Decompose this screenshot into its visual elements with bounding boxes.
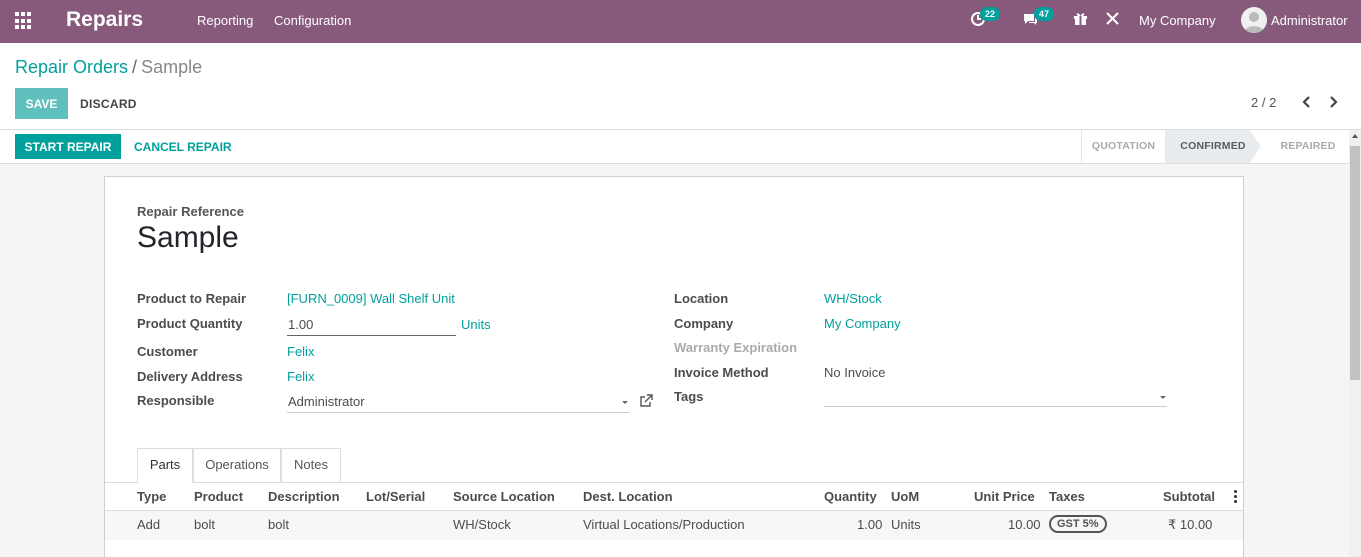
stage-quotation[interactable]: QUOTATION — [1081, 130, 1165, 163]
save-button[interactable]: SAVE — [15, 88, 68, 119]
repair-reference-value: Sample — [137, 221, 239, 254]
product-to-repair-label: Product to Repair — [137, 291, 247, 306]
breadcrumb: Repair Orders / Sample — [15, 57, 202, 78]
form-sheet: Repair Reference Sample Product to Repai… — [104, 176, 1244, 557]
customer-link[interactable]: Felix — [287, 344, 314, 359]
cell-dest-location[interactable]: Virtual Locations/Production — [583, 517, 745, 532]
invoice-method-value[interactable]: No Invoice — [824, 365, 885, 380]
activity-button[interactable]: 22 — [970, 7, 1001, 30]
cell-product[interactable]: bolt — [194, 517, 215, 532]
external-link-icon[interactable] — [639, 394, 653, 411]
tags-label: Tags — [674, 389, 704, 404]
cell-uom[interactable]: Units — [891, 517, 921, 532]
location-label: Location — [674, 291, 729, 306]
tax-badge[interactable]: GST 5% — [1049, 515, 1107, 533]
column-dest-location[interactable]: Dest. Location — [583, 489, 673, 504]
menu-configuration[interactable]: Configuration — [274, 13, 351, 28]
gift-icon[interactable] — [1073, 11, 1088, 29]
pager-next-icon[interactable] — [1329, 96, 1339, 111]
responsible-select[interactable]: Administrator — [288, 394, 365, 409]
breadcrumb-current: Sample — [141, 57, 203, 77]
debug-tools-icon[interactable] — [1105, 11, 1120, 29]
company-link[interactable]: My Company — [824, 316, 901, 331]
stage-confirmed[interactable]: CONFIRMED — [1165, 130, 1261, 163]
warranty-expiration-label: Warranty Expiration — [674, 340, 798, 355]
location-link[interactable]: WH/Stock — [824, 291, 882, 306]
company-switcher[interactable]: My Company — [1139, 13, 1216, 28]
cell-type[interactable]: Add — [137, 517, 160, 532]
column-unit-price[interactable]: Unit Price — [974, 489, 1035, 504]
top-navbar: Repairs Reporting Configuration 22 47 My… — [0, 0, 1361, 43]
discard-button[interactable]: DISCARD — [80, 97, 137, 111]
scroll-up-icon[interactable] — [1352, 134, 1358, 138]
product-quantity-uom[interactable]: Units — [461, 317, 491, 332]
responsible-label: Responsible — [137, 393, 215, 408]
messages-badge: 47 — [1034, 7, 1055, 21]
repair-reference-label: Repair Reference — [137, 204, 244, 219]
user-menu[interactable]: Administrator — [1271, 13, 1348, 28]
invoice-method-label: Invoice Method — [674, 365, 769, 380]
scrollbar-thumb[interactable] — [1350, 146, 1360, 380]
tags-input[interactable] — [824, 406, 1167, 407]
column-taxes[interactable]: Taxes — [1049, 489, 1085, 504]
column-source-location[interactable]: Source Location — [453, 489, 555, 504]
control-panel: Repair Orders / Sample SAVE DISCARD 2 / 2 — [0, 43, 1361, 130]
form-statusbar: START REPAIR CANCEL REPAIR QUOTATION CON… — [0, 130, 1349, 164]
cell-unit-price[interactable]: 10.00 — [1008, 517, 1041, 532]
app-name: Repairs — [66, 8, 144, 31]
product-to-repair-link[interactable]: [FURN_0009] Wall Shelf Unit — [287, 291, 455, 306]
tab-operations[interactable]: Operations — [193, 448, 281, 482]
delivery-address-label: Delivery Address — [137, 369, 243, 384]
product-quantity-label: Product Quantity — [137, 316, 243, 331]
optional-columns-icon[interactable] — [1234, 490, 1237, 505]
column-uom[interactable]: UoM — [891, 489, 919, 504]
scrollbar[interactable] — [1349, 130, 1361, 557]
pager-value[interactable]: 2 / 2 — [1251, 95, 1276, 110]
apps-menu-icon[interactable] — [15, 12, 33, 30]
column-subtotal[interactable]: Subtotal — [1163, 489, 1215, 504]
breadcrumb-repair-orders[interactable]: Repair Orders — [15, 57, 128, 77]
cancel-repair-button[interactable]: CANCEL REPAIR — [134, 140, 232, 154]
pager-previous-icon[interactable] — [1301, 96, 1311, 111]
cell-subtotal: ₹ 10.00 — [1168, 517, 1213, 532]
cell-description[interactable]: bolt — [268, 517, 289, 532]
column-lot-serial[interactable]: Lot/Serial — [366, 489, 425, 504]
delivery-address-link[interactable]: Felix — [287, 369, 314, 384]
column-type[interactable]: Type — [137, 489, 166, 504]
cell-quantity[interactable]: 1.00 — [857, 517, 882, 532]
tab-parts[interactable]: Parts — [137, 448, 193, 483]
column-description[interactable]: Description — [268, 489, 340, 504]
product-quantity-input[interactable]: 1.00 — [288, 317, 313, 332]
messages-button[interactable]: 47 — [1022, 7, 1055, 30]
tags-dropdown-icon[interactable] — [1160, 396, 1166, 399]
stage-repaired[interactable]: REPAIRED — [1268, 130, 1348, 163]
tabs-divider — [105, 482, 1243, 483]
start-repair-button[interactable]: START REPAIR — [15, 134, 121, 159]
cell-source-location[interactable]: WH/Stock — [453, 517, 511, 532]
responsible-underline — [287, 412, 630, 413]
tab-notes[interactable]: Notes — [281, 448, 341, 482]
breadcrumb-separator: / — [132, 57, 138, 77]
activity-badge: 22 — [980, 7, 1001, 21]
column-product[interactable]: Product — [194, 489, 243, 504]
column-quantity[interactable]: Quantity — [824, 489, 877, 504]
menu-reporting[interactable]: Reporting — [197, 13, 253, 28]
company-label: Company — [674, 316, 734, 331]
responsible-dropdown-icon[interactable] — [622, 401, 628, 404]
customer-label: Customer — [137, 344, 198, 359]
user-avatar[interactable] — [1241, 7, 1267, 33]
product-quantity-underline — [287, 335, 456, 336]
